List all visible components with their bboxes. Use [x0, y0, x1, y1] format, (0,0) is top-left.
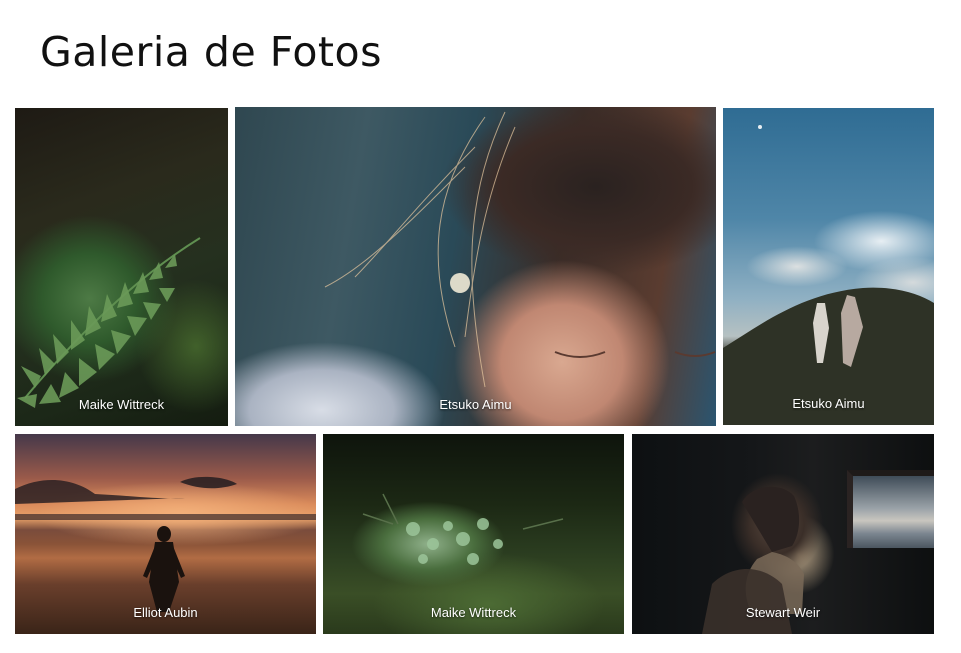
photo-author: Etsuko Aimu: [792, 396, 865, 411]
page-title: Galeria de Fotos: [40, 28, 382, 76]
fern-image: [17, 237, 201, 408]
face-image: [324, 111, 716, 388]
photo-author: Elliot Aubin: [133, 605, 198, 620]
photo-author: Stewart Weir: [745, 605, 821, 620]
photo-card-fern[interactable]: Maike Wittreck: [15, 108, 228, 426]
photo-author: Etsuko Aimu: [439, 397, 512, 412]
woman-silhouette: [702, 486, 804, 634]
photo-author: Maike Wittreck: [430, 605, 517, 620]
photo-card-sunset[interactable]: Elliot Aubin: [15, 434, 316, 634]
photo-card-moss[interactable]: Maike Wittreck: [323, 434, 624, 634]
sunset-sea-image: [15, 476, 316, 612]
photo-author: Maike Wittreck: [78, 397, 165, 412]
photo-card-face[interactable]: Etsuko Aimu: [235, 107, 716, 426]
photo-card-window[interactable]: Stewart Weir: [632, 434, 934, 634]
sky-people-image: [723, 125, 934, 425]
photo-card-sky[interactable]: Etsuko Aimu: [723, 108, 934, 425]
moss-image: [362, 493, 564, 565]
